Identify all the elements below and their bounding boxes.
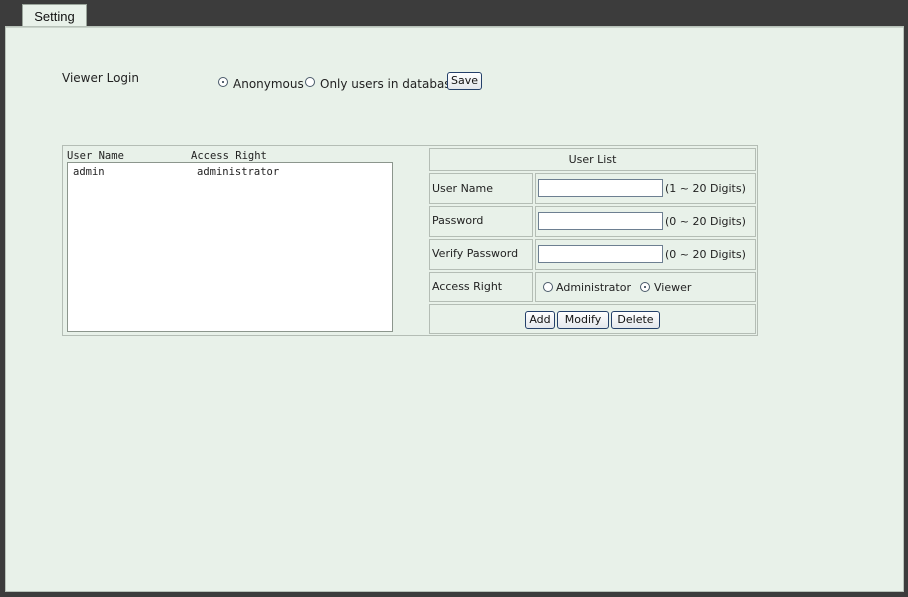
password-label: Password — [432, 214, 484, 227]
administrator-label: Administrator — [556, 281, 631, 294]
user-name-field[interactable] — [538, 179, 663, 197]
viewer-login-label: Viewer Login — [62, 71, 139, 85]
user-name-label: User Name — [432, 182, 494, 195]
user-listbox[interactable]: admin administrator — [67, 162, 393, 332]
list-item-right: administrator — [197, 166, 280, 178]
tab-setting[interactable]: Setting — [22, 4, 87, 26]
column-user-name: User Name — [67, 150, 124, 162]
only-users-radio[interactable] — [305, 77, 315, 87]
verify-password-hint: (0 ~ 20 Digits) — [665, 248, 746, 261]
panel-top-line — [6, 27, 903, 28]
label-cell-user-name: User Name — [429, 173, 533, 204]
verify-password-field[interactable] — [538, 245, 663, 263]
save-button[interactable]: Save — [447, 72, 482, 90]
column-access-right: Access Right — [191, 150, 267, 162]
label-cell-verify-password: Verify Password — [429, 239, 533, 270]
settings-panel: Viewer Login Anonymous Only users in dat… — [5, 26, 904, 592]
user-list-title: User List — [568, 153, 617, 166]
password-hint: (0 ~ 20 Digits) — [665, 215, 746, 228]
user-management-box: User Name Access Right admin administrat… — [62, 145, 758, 336]
delete-button[interactable]: Delete — [611, 311, 660, 329]
value-cell-verify-password: (0 ~ 20 Digits) — [535, 239, 756, 270]
list-item-user: admin — [73, 166, 105, 178]
anonymous-radio[interactable] — [218, 77, 228, 87]
label-cell-password: Password — [429, 206, 533, 237]
user-list-header: User List — [429, 148, 756, 171]
buttons-cell: Add Modify Delete — [429, 304, 756, 334]
modify-button[interactable]: Modify — [557, 311, 609, 329]
verify-password-label: Verify Password — [432, 247, 519, 260]
password-field[interactable] — [538, 212, 663, 230]
value-cell-user-name: (1 ~ 20 Digits) — [535, 173, 756, 204]
user-name-hint: (1 ~ 20 Digits) — [665, 182, 746, 195]
viewer-radio[interactable] — [640, 282, 650, 292]
add-button[interactable]: Add — [525, 311, 555, 329]
label-cell-access-right: Access Right — [429, 272, 533, 302]
access-right-label: Access Right — [432, 280, 503, 293]
only-users-label: Only users in database — [320, 77, 458, 91]
value-cell-access-right: Administrator Viewer — [535, 272, 756, 302]
value-cell-password: (0 ~ 20 Digits) — [535, 206, 756, 237]
viewer-label: Viewer — [654, 281, 692, 294]
anonymous-label: Anonymous — [233, 77, 304, 91]
list-item[interactable]: admin administrator — [68, 165, 392, 179]
administrator-radio[interactable] — [543, 282, 553, 292]
